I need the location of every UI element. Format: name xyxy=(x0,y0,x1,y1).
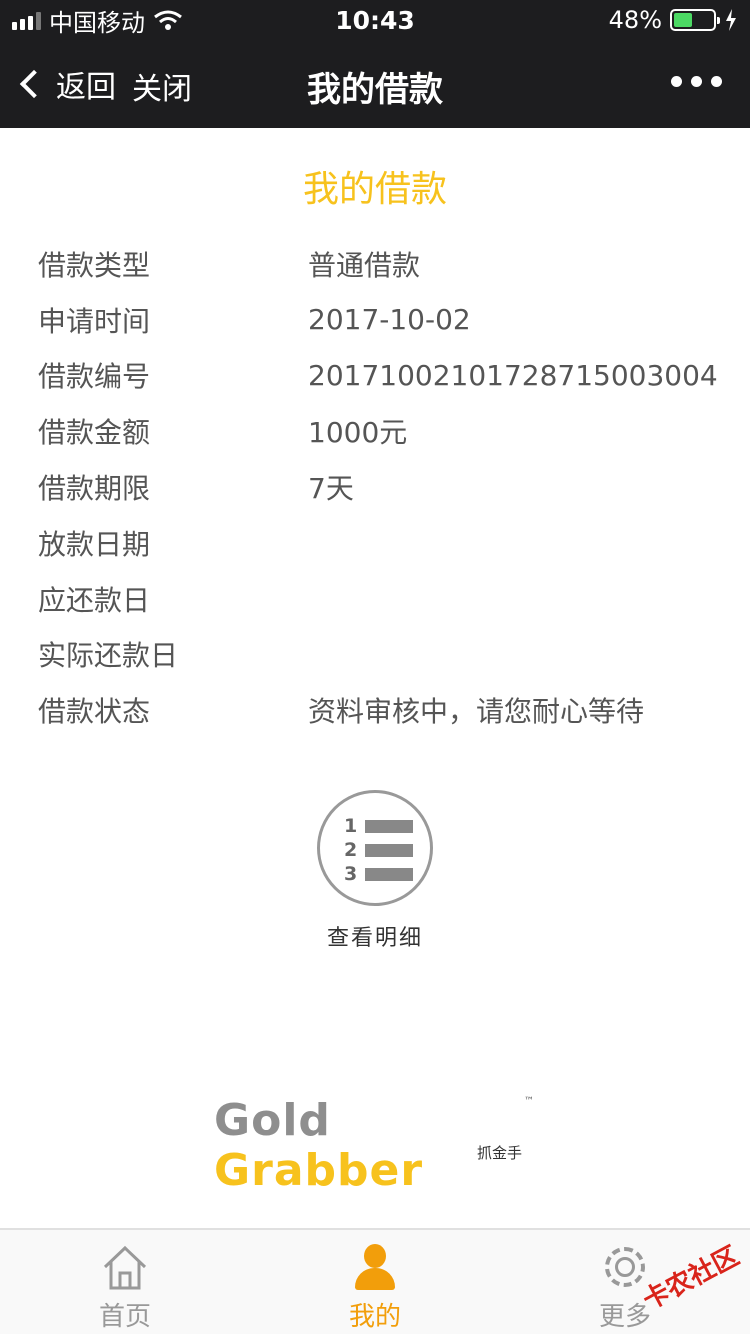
info-label: 应还款日 xyxy=(38,583,151,617)
section-heading: 我的借款 xyxy=(302,169,447,210)
tab-label: 我的 xyxy=(348,1302,401,1332)
list-number: 2 xyxy=(344,839,358,861)
logo-subtitle: 抓金手 xyxy=(476,1144,522,1162)
list-number: 3 xyxy=(344,863,358,885)
user-icon xyxy=(350,1242,400,1292)
tab-label: 首页 xyxy=(98,1302,151,1332)
chevron-left-icon xyxy=(19,69,49,99)
info-value: 2017100210172871500300​4 xyxy=(308,358,718,392)
info-row-actual-repayment-date: 实际还款日 xyxy=(38,627,728,683)
tab-mine[interactable]: 我的 xyxy=(250,1230,500,1334)
battery-icon xyxy=(670,9,720,31)
info-label: 借款编号 xyxy=(38,360,151,394)
home-icon xyxy=(100,1242,150,1292)
gold-grabber-logo: Gold Grabber ™ 抓金手 xyxy=(214,1095,534,1196)
info-value: 资料审核中，请您耐心等待 xyxy=(308,695,645,729)
info-label: 放款日期 xyxy=(38,527,151,561)
info-label: 借款期限 xyxy=(38,472,151,506)
list-number: 1 xyxy=(344,815,358,837)
loan-info-list: 借款类型 普通借款 申请时间 2017-10-02 借款编号 201710021… xyxy=(38,236,728,738)
back-button[interactable]: 返回 xyxy=(18,62,116,106)
tab-home[interactable]: 首页 xyxy=(0,1230,250,1334)
logo-trademark: ™ xyxy=(524,1096,534,1107)
info-value: 7天 xyxy=(308,472,354,506)
info-value: 普通借款 xyxy=(308,248,421,282)
dot-icon xyxy=(711,76,722,87)
view-details-button[interactable]: 1 2 3 查看明细 xyxy=(314,790,436,952)
info-label: 申请时间 xyxy=(38,304,151,338)
info-label: 借款类型 xyxy=(38,248,151,282)
charging-icon xyxy=(726,9,736,31)
info-value: 1000元 xyxy=(308,416,408,450)
logo-word-gold: Gold xyxy=(214,1095,331,1146)
signal-icon xyxy=(12,10,41,30)
info-row-loan-number: 借款编号 2017100210172871500300​4 xyxy=(38,348,728,404)
info-value: 2017-10-02 xyxy=(308,303,471,337)
close-button[interactable]: 关闭 xyxy=(132,64,192,108)
tab-bar: 首页 我的 更多 xyxy=(0,1228,750,1334)
info-row-due-date: 应还款日 xyxy=(38,571,728,627)
info-row-status: 借款状态 资料审核中，请您耐心等待 xyxy=(38,682,728,738)
dot-icon xyxy=(691,76,702,87)
dot-icon xyxy=(671,76,682,87)
more-menu-button[interactable] xyxy=(671,76,722,87)
info-row-disbursement-date: 放款日期 xyxy=(38,515,728,571)
view-details-label: 查看明细 xyxy=(326,926,423,951)
info-label: 借款金额 xyxy=(38,416,151,450)
info-row-term: 借款期限 7天 xyxy=(38,459,728,515)
back-label: 返回 xyxy=(56,70,116,105)
wifi-icon xyxy=(154,10,182,30)
logo-word-grabber: Grabber xyxy=(214,1145,424,1196)
numbered-list-icon: 1 2 3 xyxy=(317,790,433,906)
carrier-label: 中国移动 xyxy=(49,8,145,37)
info-row-loan-type: 借款类型 普通借款 xyxy=(38,236,728,292)
status-bar: 中国移动 10:43 48% xyxy=(0,0,750,40)
info-row-amount: 借款金额 1000元 xyxy=(38,403,728,459)
nav-bar: 返回 关闭 我的借款 xyxy=(0,40,750,128)
info-row-apply-time: 申请时间 2017-10-02 xyxy=(38,292,728,348)
battery-percent: 48% xyxy=(608,6,662,34)
tab-label: 更多 xyxy=(598,1302,651,1332)
info-label: 实际还款日 xyxy=(38,639,179,673)
info-label: 借款状态 xyxy=(38,695,151,729)
